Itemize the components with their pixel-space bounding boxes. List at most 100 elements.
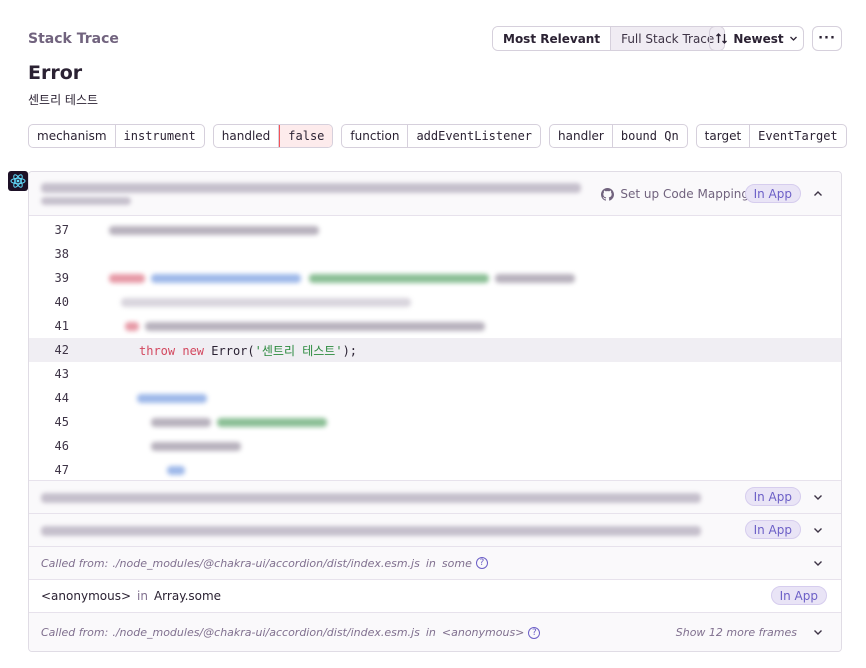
question-icon[interactable]: ? (528, 626, 541, 639)
section-title: Stack Trace (28, 31, 119, 47)
called-from-prefix: Called from: (41, 556, 109, 570)
most-relevant-button[interactable]: Most Relevant (493, 27, 612, 50)
blurred-filename (41, 183, 581, 193)
chevron-up-icon[interactable] (811, 187, 825, 201)
blurred-code (495, 273, 575, 283)
setup-code-mapping-link[interactable]: Set up Code Mapping (601, 187, 749, 201)
exception-type: Error (28, 62, 83, 84)
tag-key: function (342, 125, 409, 147)
code-line: 47 (29, 458, 841, 482)
frame-header[interactable]: In App (29, 514, 841, 547)
mechanism-tags: mechanism instrument handled false funct… (28, 124, 847, 148)
code-keyword: new (182, 343, 205, 358)
frame-header[interactable]: In App (29, 481, 841, 514)
code-keyword: throw (139, 343, 176, 358)
tag-value: instrument (123, 129, 196, 143)
tag-handler: handler bound Qn (549, 124, 688, 148)
full-stack-trace-button[interactable]: Full Stack Trace (611, 27, 725, 50)
code-line-active: 42 throw new Error('센트리 테스트'); (29, 338, 841, 362)
in-app-badge: In App (770, 586, 827, 605)
sort-dropdown[interactable]: Newest (709, 26, 804, 51)
code-line: 46 (29, 434, 841, 458)
called-from-in: in (425, 556, 436, 570)
frame-module: Array.some (153, 589, 222, 603)
code-line: 45 (29, 410, 841, 434)
line-number: 38 (54, 247, 69, 261)
chevron-down-icon (789, 36, 797, 41)
code-line: 40 (29, 290, 841, 314)
more-options-button[interactable]: ··· (812, 26, 842, 51)
blurred-code (167, 465, 185, 475)
blurred-code (151, 273, 301, 283)
github-icon (601, 187, 615, 201)
tag-handled: handled false (212, 124, 334, 148)
tag-value: EventTarget (758, 129, 838, 143)
called-from-in: in (425, 626, 436, 639)
called-from-path: ./node_modules/@chakra-ui/accordion/dist… (112, 556, 420, 570)
ellipsis-icon: ··· (818, 31, 836, 46)
code-line: 43 (29, 362, 841, 386)
blurred-filename (41, 197, 131, 205)
called-from-function: <anonymous> (441, 626, 525, 639)
code-line: 41 (29, 314, 841, 338)
tag-key: handled (214, 125, 280, 147)
blurred-code (217, 417, 327, 427)
frame-in: in (137, 589, 148, 603)
exception-message: 센트리 테스트 (28, 93, 99, 107)
tag-value: bound Qn (620, 129, 679, 143)
chevron-down-icon[interactable] (811, 625, 825, 639)
blurred-code (121, 297, 411, 307)
in-app-badge: In App (744, 184, 801, 203)
code-function: Error( (211, 343, 255, 358)
line-number: 37 (54, 223, 69, 237)
line-number: 45 (54, 415, 69, 429)
tag-key: handler (550, 125, 613, 147)
blurred-code (151, 417, 211, 427)
line-number: 40 (54, 295, 69, 309)
called-from-row[interactable]: Called from: ./node_modules/@chakra-ui/a… (29, 547, 841, 580)
sort-icon (716, 33, 728, 44)
code-line: 38 (29, 242, 841, 266)
stack-trace-panel: Set up Code Mapping In App 37 38 39 40 4… (28, 171, 842, 652)
code-punct: ); (342, 343, 358, 358)
blurred-code (151, 441, 241, 451)
tag-mechanism: mechanism instrument (28, 124, 205, 148)
in-app-badge: In App (744, 520, 801, 539)
blurred-code (109, 273, 145, 283)
chevron-down-icon[interactable] (811, 490, 825, 504)
blurred-code (309, 273, 489, 283)
blurred-code (145, 321, 485, 331)
line-number: 43 (54, 367, 69, 381)
active-code: throw new Error('센트리 테스트'); (139, 342, 357, 359)
code-line: 37 (29, 218, 841, 242)
line-number: 39 (54, 271, 69, 285)
line-number: 41 (54, 319, 69, 333)
called-from-prefix: Called from: (41, 626, 109, 639)
line-number: 47 (54, 463, 69, 477)
line-number: 42 (54, 343, 69, 357)
blurred-filename (41, 493, 701, 503)
blurred-code (137, 393, 207, 403)
tag-key: mechanism (29, 125, 116, 147)
code-string: '센트리 테스트' (254, 343, 343, 358)
code-mapping-label: Set up Code Mapping (620, 187, 749, 201)
frame-function: <anonymous> (41, 589, 132, 603)
line-number: 44 (54, 391, 69, 405)
show-more-frames-link[interactable]: Show 12 more frames (676, 626, 797, 639)
code-line: 39 (29, 266, 841, 290)
blurred-code (109, 225, 319, 235)
chevron-down-icon[interactable] (811, 523, 825, 537)
called-from-function: some (441, 556, 472, 570)
called-from-path: ./node_modules/@chakra-ui/accordion/dist… (112, 626, 420, 639)
tag-function: function addEventListener (341, 124, 542, 148)
chevron-down-icon[interactable] (811, 556, 825, 570)
called-from-row[interactable]: Called from: ./node_modules/@chakra-ui/a… (29, 613, 841, 651)
tag-value: addEventListener (416, 129, 533, 143)
blurred-code (125, 321, 139, 331)
question-icon[interactable]: ? (475, 557, 488, 569)
in-app-badge: In App (744, 487, 801, 506)
code-context: 37 38 39 40 41 42 throw new Error('센트리 테… (29, 216, 841, 481)
tag-value: false (279, 125, 333, 147)
frame-row[interactable]: <anonymous> in Array.some In App (29, 580, 841, 613)
frame-header[interactable]: Set up Code Mapping In App (29, 172, 841, 216)
